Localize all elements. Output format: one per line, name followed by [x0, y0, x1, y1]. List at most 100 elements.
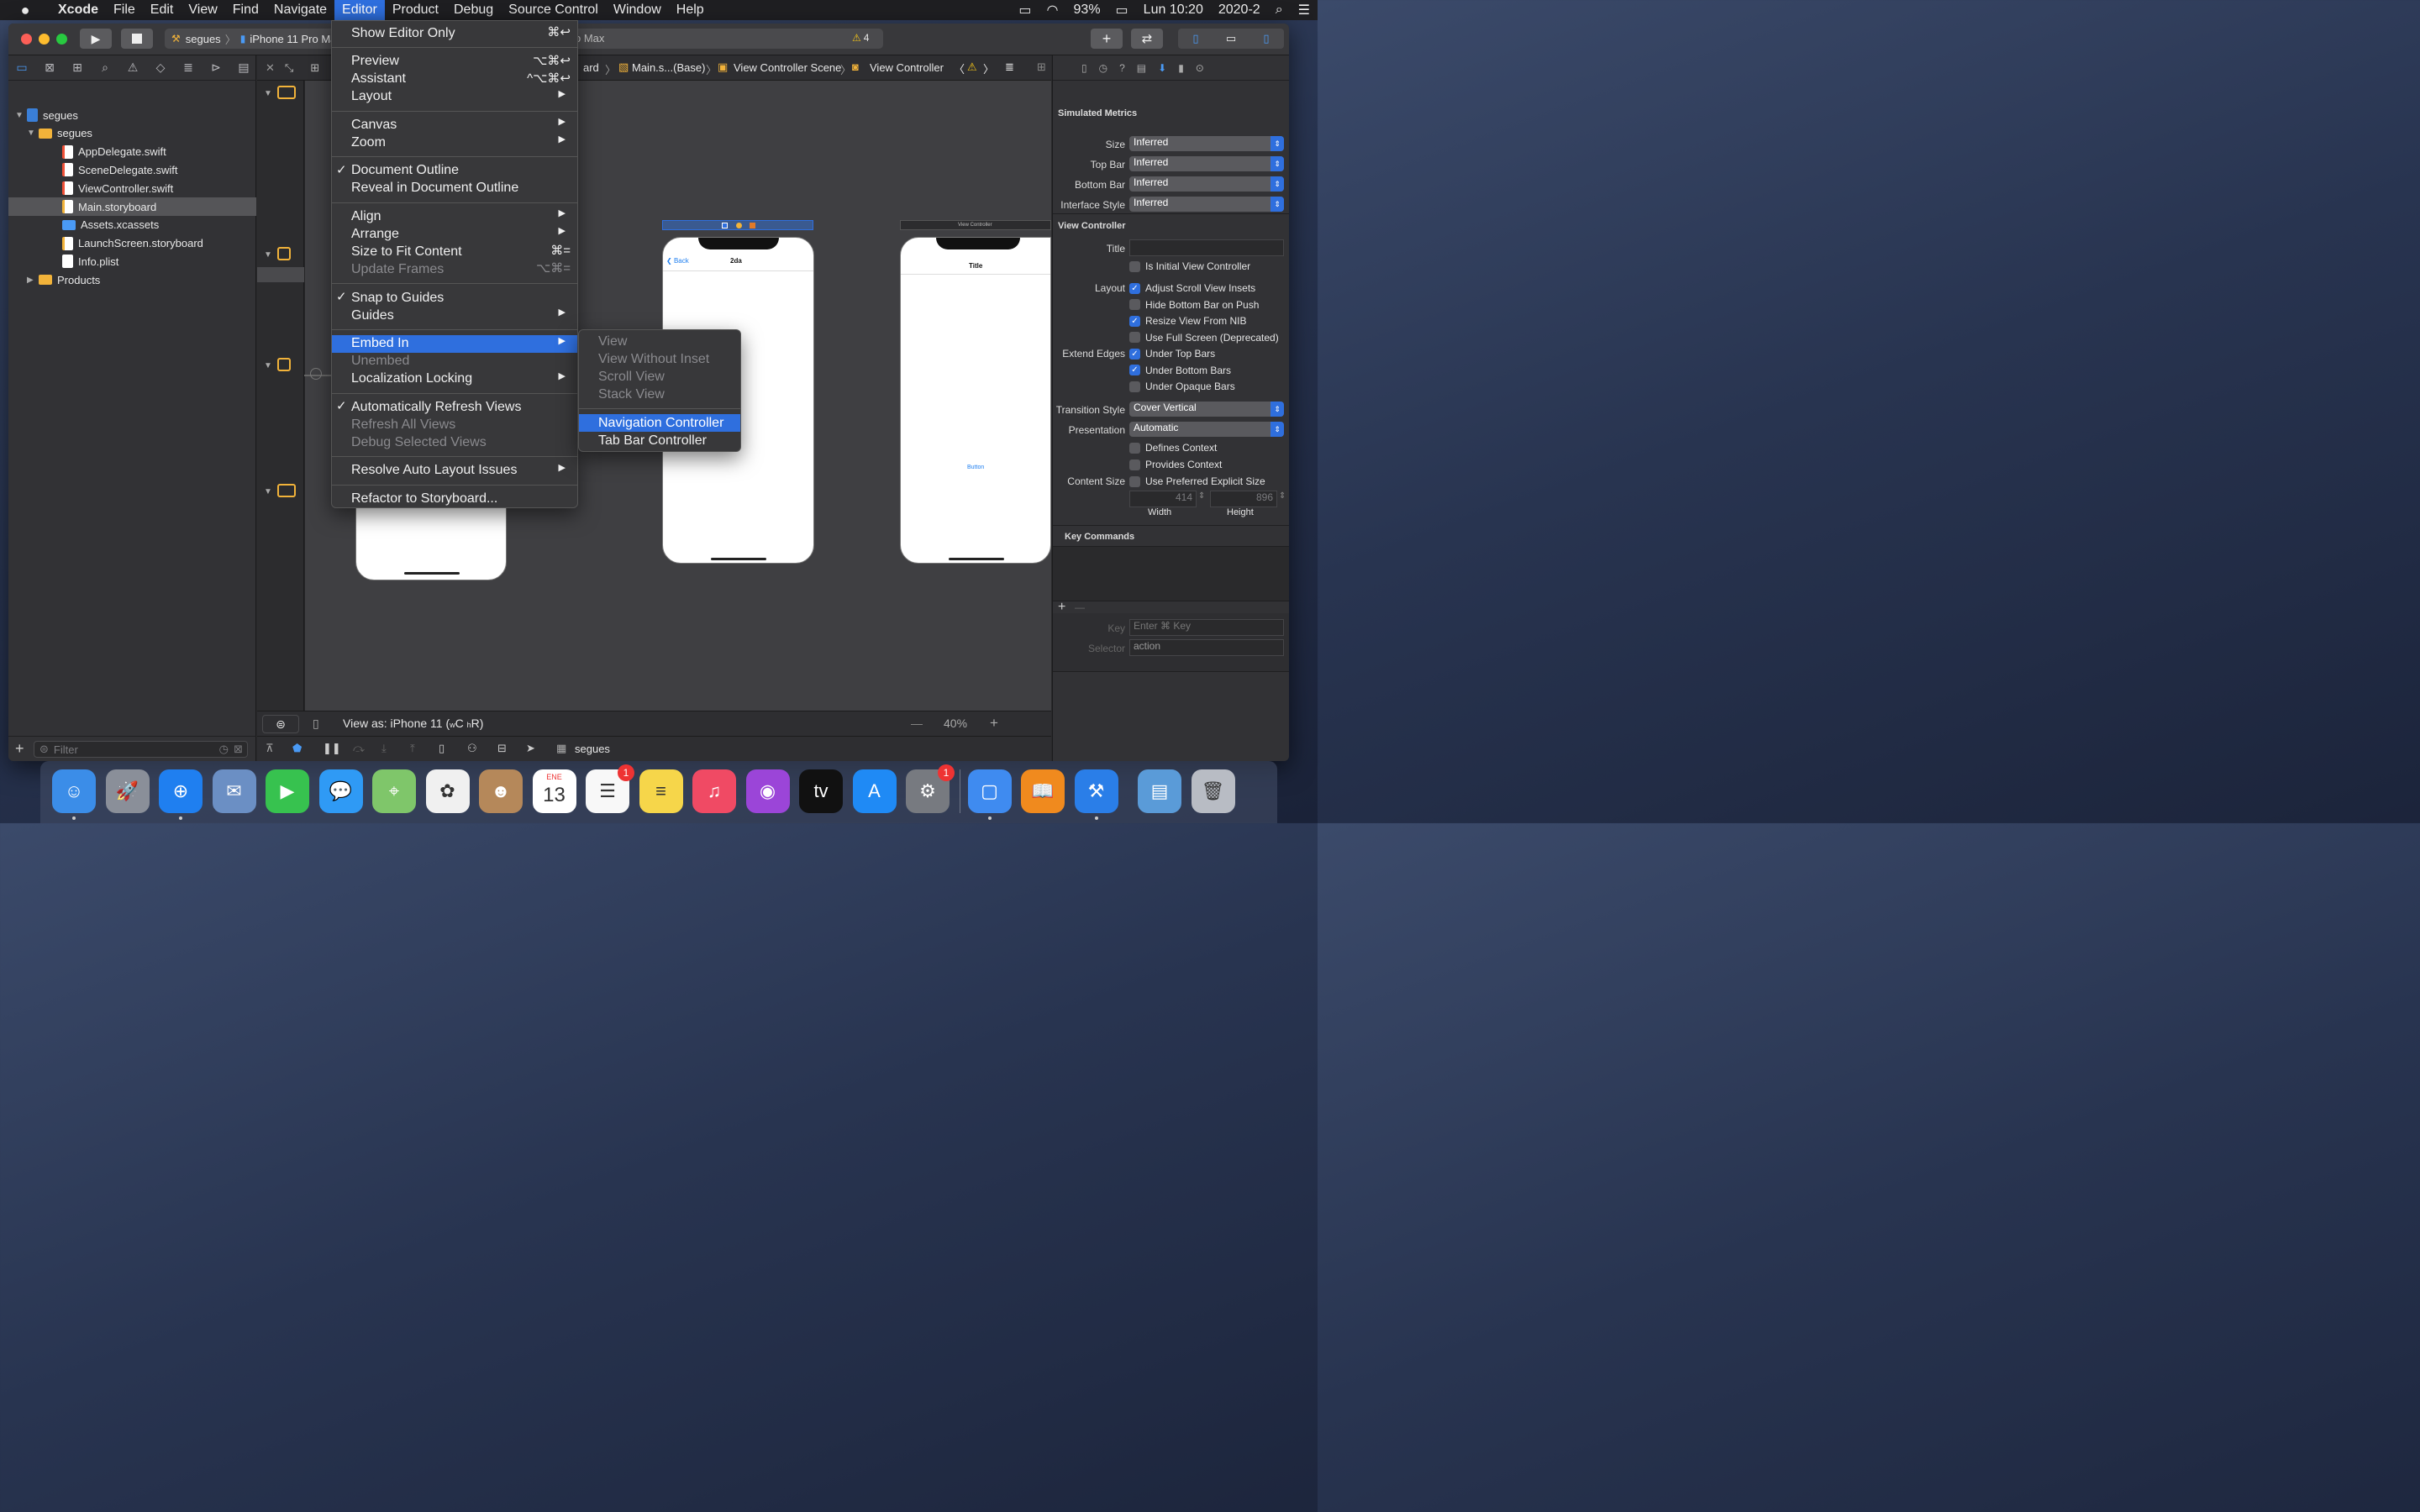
option-checkbox-row[interactable]: ✓ Under Top Bars	[1129, 348, 1215, 360]
submenu-item-stack-view[interactable]: Stack View	[579, 386, 740, 403]
menu-product[interactable]: Product	[385, 0, 446, 20]
pause-icon[interactable]: ❚❚	[323, 742, 341, 755]
expand-editor-icon[interactable]: ⤡	[285, 61, 293, 75]
menu-editor[interactable]: Editor	[334, 0, 385, 20]
finder-icon[interactable]: ☺	[52, 769, 96, 813]
xcode-icon[interactable]: ⚒	[1074, 769, 1118, 813]
spotlight-icon[interactable]: ⌕	[1268, 0, 1291, 20]
scene-icon[interactable]	[277, 86, 296, 99]
zoom-level[interactable]: 40%	[944, 717, 967, 730]
inspector-toggle-icon[interactable]: ▯	[1249, 32, 1284, 45]
appstore-icon[interactable]: A	[852, 769, 897, 813]
menu-item-refactor-to-storyboard[interactable]: Refactor to Storyboard...	[332, 490, 577, 507]
disclosure-triangle-icon[interactable]: ▼	[264, 361, 272, 370]
menu-item-automatically-refresh-views[interactable]: ✓ Automatically Refresh Views	[332, 398, 577, 416]
file-tree-row[interactable]: Info.plist	[8, 252, 256, 270]
menu-item-guides[interactable]: Guides ▶	[332, 307, 577, 324]
checkbox[interactable]	[1129, 332, 1140, 344]
menu-debug[interactable]: Debug	[446, 0, 501, 20]
menu-item-zoom[interactable]: Zoom ▶	[332, 134, 577, 151]
podcasts-icon[interactable]: ◉	[745, 769, 790, 813]
notes-icon[interactable]: ≡	[639, 769, 683, 813]
menu-item-unembed[interactable]: Unembed	[332, 353, 577, 370]
menu-source-control[interactable]: Source Control	[501, 0, 606, 20]
menu-item-refresh-all-views[interactable]: Refresh All Views	[332, 416, 577, 433]
file-inspector-icon[interactable]: ▯	[1081, 62, 1087, 74]
menu-help[interactable]: Help	[669, 0, 712, 20]
zoom-out-button[interactable]: —	[911, 717, 923, 730]
related-items-icon[interactable]: ⊞	[310, 61, 319, 75]
option-checkbox-row[interactable]: Under Opaque Bars	[1129, 381, 1235, 392]
file-tree-row[interactable]: ▼ segues	[8, 124, 256, 143]
find-navigator-icon[interactable]: ⌕	[97, 60, 113, 76]
debug-navigator-icon[interactable]: ≣	[180, 60, 197, 76]
split-editor-icon[interactable]: ⊞	[1037, 60, 1046, 74]
file-tree-row[interactable]: Assets.xcassets	[8, 216, 256, 234]
debug-area-toggle-icon[interactable]: ▭	[1213, 32, 1249, 45]
preferred-size-checkbox[interactable]: Use Preferred Explicit Size	[1129, 475, 1265, 487]
breadcrumb-storyboard[interactable]: ard	[583, 61, 599, 74]
submenu-item-navigation-controller[interactable]: Navigation Controller	[579, 414, 740, 432]
next-issue-icon[interactable]: 〉	[983, 60, 994, 76]
disclosure-triangle-icon[interactable]: ▼	[15, 111, 25, 120]
menu-edit[interactable]: Edit	[143, 0, 182, 20]
recent-files-icon[interactable]: ◷	[219, 743, 229, 756]
breadcrumb-scene[interactable]: View Controller Scene	[734, 61, 841, 74]
segue-icon[interactable]	[310, 368, 322, 380]
submenu-item-view-without-inset[interactable]: View Without Inset	[579, 350, 740, 368]
apple-menu-icon[interactable]: ●	[0, 0, 50, 20]
disclosure-triangle-icon[interactable]: ▼	[264, 89, 272, 98]
scene-dock-bar[interactable]: View Controller	[900, 220, 1051, 230]
breakpoints-toggle-icon[interactable]: ⬟	[292, 742, 302, 755]
menu-item-update-frames[interactable]: Update Frames ⌥⌘=	[332, 260, 577, 278]
report-navigator-icon[interactable]: ▤	[235, 60, 252, 76]
menu-file[interactable]: File	[106, 0, 143, 20]
scheme-selector[interactable]: segues	[186, 33, 221, 45]
project-navigator-icon[interactable]: ▭	[13, 60, 30, 76]
metric-popup[interactable]: Inferred ⇕	[1129, 156, 1284, 171]
photos-icon[interactable]: ✿	[425, 769, 470, 813]
books-icon[interactable]: 📖	[1021, 769, 1065, 813]
menu-view[interactable]: View	[181, 0, 224, 20]
menu-item-layout[interactable]: Layout ▶	[332, 88, 577, 106]
file-tree-row[interactable]: SceneDelegate.swift	[8, 160, 256, 179]
disclosure-triangle-icon[interactable]: ▼	[264, 487, 272, 496]
trash-icon[interactable]: 🗑	[1191, 769, 1235, 813]
metric-popup[interactable]: Inferred ⇕	[1129, 197, 1284, 212]
scene-icon[interactable]	[277, 358, 291, 371]
breadcrumb-view-controller[interactable]: View Controller	[870, 61, 944, 74]
facetime-icon[interactable]: ▶	[266, 769, 309, 813]
height-stepper-icon[interactable]: ⇕	[1279, 491, 1286, 501]
checkbox[interactable]	[1129, 299, 1140, 311]
menu-item-size-to-fit-content[interactable]: Size to Fit Content ⌘=	[332, 243, 577, 260]
file-tree-row[interactable]: Main.storyboard	[8, 197, 256, 216]
menu-item-align[interactable]: Align ▶	[332, 207, 577, 225]
zoom-in-button[interactable]: +	[990, 715, 998, 732]
disclosure-triangle-icon[interactable]: ▼	[264, 250, 272, 260]
downloads-folder-icon[interactable]: ▤	[1138, 769, 1181, 813]
exit-icon[interactable]	[750, 223, 755, 228]
option-checkbox-row[interactable]: Use Full Screen (Deprecated)	[1129, 332, 1279, 344]
view-controller-icon[interactable]	[722, 223, 728, 228]
step-into-icon[interactable]: ⤓	[381, 742, 387, 755]
simulate-location-icon[interactable]: ➤	[526, 742, 535, 755]
menu-item-snap-to-guides[interactable]: ✓ Snap to Guides	[332, 289, 577, 307]
submenu-item-view[interactable]: View	[579, 333, 740, 350]
size-inspector-icon[interactable]: ▮	[1178, 62, 1184, 74]
height-field[interactable]: 896	[1210, 491, 1277, 507]
presentation-popup[interactable]: Automatic ⇕	[1129, 422, 1284, 437]
close-editor-icon[interactable]: ✕	[266, 61, 275, 75]
menu-item-document-outline[interactable]: ✓ Document Outline	[332, 162, 577, 180]
checkbox[interactable]: ✓	[1129, 282, 1140, 294]
maps-icon[interactable]: ⌖	[372, 769, 416, 813]
environment-overrides-icon[interactable]: ⊟	[497, 742, 507, 755]
title-field[interactable]	[1129, 239, 1284, 256]
zoom-window-button[interactable]	[56, 34, 67, 45]
close-window-button[interactable]	[21, 34, 32, 45]
selector-field[interactable]: action	[1129, 639, 1284, 656]
battery-percent[interactable]: 93%	[1066, 0, 1108, 20]
disclosure-triangle-icon[interactable]: ▼	[27, 129, 37, 138]
view-as-device[interactable]: View as: iPhone 11 ( w C h R )	[343, 717, 483, 730]
menu-item-embed-in[interactable]: Embed In ▶	[332, 334, 577, 353]
debug-area-toggle-icon[interactable]: ⊼	[266, 742, 274, 755]
